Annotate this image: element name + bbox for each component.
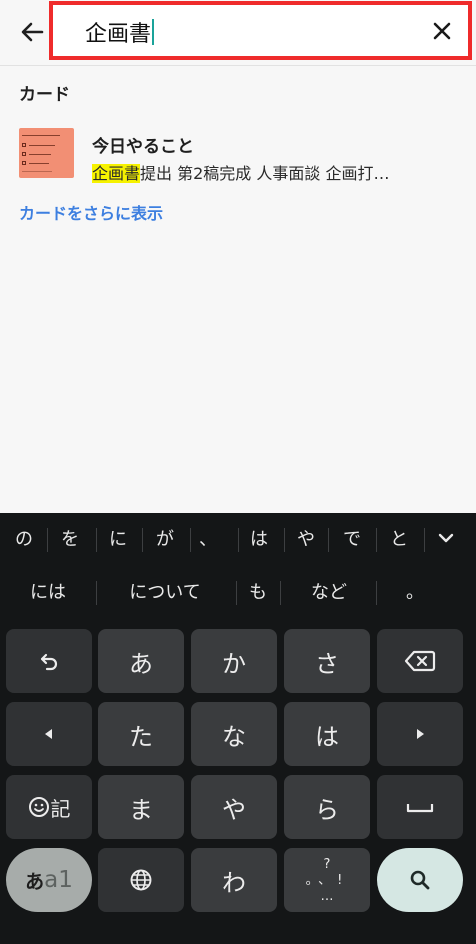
back-button[interactable] bbox=[14, 14, 50, 50]
suggestion-item[interactable]: も bbox=[238, 569, 278, 617]
suggestion-item[interactable]: で bbox=[334, 516, 370, 564]
cursor-left-key[interactable] bbox=[6, 702, 92, 766]
key-ka[interactable]: か bbox=[191, 629, 277, 693]
key-ma[interactable]: ま bbox=[98, 775, 184, 839]
card-snippet: 企画書提出 第2稿完成 人事面談 企画打… bbox=[92, 160, 389, 184]
key-ya[interactable]: や bbox=[191, 775, 277, 839]
key-na[interactable]: な bbox=[191, 702, 277, 766]
key-wa[interactable]: わ bbox=[191, 848, 277, 912]
punct-top-label: ? bbox=[323, 856, 331, 872]
search-header: 企画書 bbox=[0, 0, 476, 64]
punctuation-key[interactable]: ? 。、! … bbox=[284, 848, 370, 912]
arrow-left-icon bbox=[21, 22, 44, 42]
suggestion-item[interactable]: など bbox=[284, 569, 374, 617]
suggestion-row-1: の を に が 、 は や で と bbox=[0, 516, 476, 564]
punct-bottom-label: … bbox=[320, 888, 334, 904]
suggestion-item[interactable]: と bbox=[381, 516, 417, 564]
emoji-key-label: 記 bbox=[50, 796, 71, 821]
suggestion-item[interactable]: には bbox=[8, 569, 88, 617]
suggestion-item[interactable]: に bbox=[100, 516, 136, 564]
text-caret bbox=[152, 19, 155, 45]
globe-icon bbox=[130, 869, 152, 891]
search-query-value: 企画書 bbox=[85, 22, 152, 47]
suggestion-item[interactable]: 。 bbox=[380, 569, 450, 617]
header-divider bbox=[0, 65, 476, 66]
mode-kana-label: あ bbox=[25, 870, 45, 893]
suggestion-item[interactable]: や bbox=[288, 516, 324, 564]
suggestion-item[interactable]: が bbox=[147, 516, 183, 564]
clear-search-button[interactable] bbox=[428, 17, 456, 45]
key-ha[interactable]: は bbox=[284, 702, 370, 766]
space-icon bbox=[406, 804, 434, 813]
close-icon bbox=[433, 22, 451, 40]
expand-suggestions-button[interactable] bbox=[428, 516, 464, 564]
undo-key[interactable] bbox=[6, 629, 92, 693]
input-mode-key[interactable]: あ a1 bbox=[6, 848, 92, 912]
key-a[interactable]: あ bbox=[98, 629, 184, 693]
key-ra[interactable]: ら bbox=[284, 775, 370, 839]
punct-mid-label: 。、! bbox=[305, 872, 349, 888]
left-triangle-icon bbox=[45, 729, 52, 739]
suggestion-item[interactable]: の bbox=[6, 516, 42, 564]
search-query-text: 企画書 bbox=[85, 19, 155, 48]
chevron-down-icon bbox=[438, 533, 454, 543]
right-triangle-icon bbox=[417, 729, 424, 739]
suggestion-item[interactable]: を bbox=[52, 516, 88, 564]
backspace-icon bbox=[404, 650, 436, 672]
key-sa[interactable]: さ bbox=[284, 629, 370, 693]
space-key[interactable] bbox=[377, 775, 463, 839]
cursor-right-key[interactable] bbox=[377, 702, 463, 766]
search-icon bbox=[410, 870, 430, 890]
search-input[interactable]: 企画書 bbox=[49, 1, 472, 60]
suggestion-item[interactable]: 、 bbox=[190, 516, 226, 564]
suggestion-row-2: には について も など 。 bbox=[0, 569, 476, 617]
emoji-symbol-key[interactable]: 記 bbox=[6, 775, 92, 839]
smiley-icon bbox=[28, 797, 49, 817]
section-title-cards: カード bbox=[19, 85, 70, 105]
snippet-text: 提出 第2稿完成 人事面談 企画打… bbox=[140, 164, 390, 183]
key-ta[interactable]: た bbox=[98, 702, 184, 766]
card-title: 今日やること bbox=[92, 137, 194, 157]
snippet-highlight: 企画書 bbox=[92, 164, 141, 183]
search-key[interactable] bbox=[377, 848, 463, 912]
globe-key[interactable] bbox=[98, 848, 184, 912]
show-more-cards-link[interactable]: カードをさらに表示 bbox=[19, 200, 163, 224]
backspace-key[interactable] bbox=[377, 629, 463, 693]
keyboard: の を に が 、 は や で と には について も など 。 あ か さ た… bbox=[0, 513, 476, 944]
suggestion-item[interactable]: について bbox=[100, 569, 230, 617]
card-result[interactable]: 今日やること 企画書提出 第2稿完成 人事面談 企画打… bbox=[0, 120, 476, 190]
undo-icon bbox=[40, 653, 58, 671]
card-thumbnail bbox=[19, 128, 74, 178]
suggestion-item[interactable]: は bbox=[241, 516, 277, 564]
mode-latin-label: a1 bbox=[44, 867, 73, 893]
